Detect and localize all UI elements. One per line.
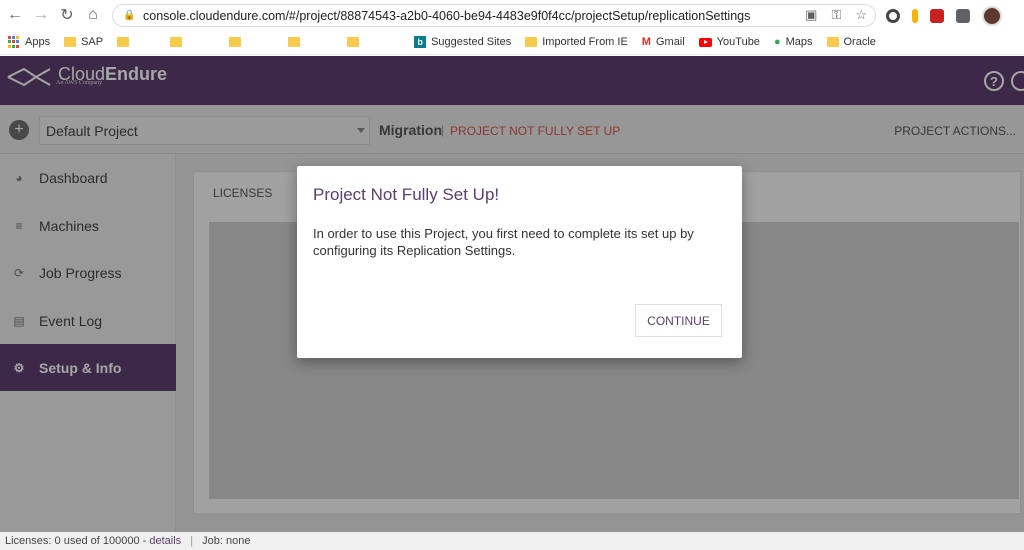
bookmark-gmail[interactable]: M Gmail	[642, 36, 685, 48]
bookmark-sap[interactable]: SAP	[64, 36, 103, 48]
puzzle-icon[interactable]	[956, 9, 970, 23]
status-bar: Licenses: 0 used of 100000 - details | J…	[0, 532, 1024, 550]
folder-icon	[229, 37, 242, 47]
bookmark-oracle[interactable]: Oracle	[826, 36, 876, 48]
bookmark-folder[interactable]	[347, 37, 364, 47]
job-label: Job:	[202, 535, 223, 547]
bookmark-youtube[interactable]: YouTube	[698, 36, 760, 48]
address-bar[interactable]: 🔒 console.cloudendure.com/#/project/8887…	[112, 4, 876, 27]
folder-icon	[64, 37, 77, 47]
cast-icon[interactable]: ▣	[805, 7, 817, 23]
folder-icon	[170, 37, 183, 47]
browser-toolbar: ← → ↻ ⌂ 🔒 console.cloudendure.com/#/proj…	[0, 0, 1024, 30]
separator: |	[190, 535, 194, 547]
project-not-set-up-dialog: Project Not Fully Set Up! In order to us…	[297, 166, 742, 358]
folder-icon	[288, 37, 301, 47]
reload-icon[interactable]: ↻	[54, 2, 80, 28]
back-arrow-icon[interactable]: ←	[2, 2, 28, 28]
bing-icon: b	[414, 36, 427, 48]
apps-grid-icon	[8, 36, 20, 48]
licenses-value: 0 used of 100000 -	[54, 535, 150, 547]
folder-icon	[525, 37, 538, 47]
bookmark-label: Apps	[25, 36, 51, 48]
bookmark-imported-from-ie[interactable]: Imported From IE	[525, 36, 628, 48]
bookmark-suggested-sites[interactable]: b Suggested Sites	[414, 36, 511, 48]
bookmark-maps[interactable]: ● Maps	[774, 36, 813, 48]
bookmarks-bar: Apps SAP b Suggested Sites Imported From…	[0, 30, 1024, 55]
folder-icon	[117, 37, 130, 47]
folder-icon	[826, 37, 839, 47]
lock-icon: 🔒	[123, 10, 136, 21]
forward-arrow-icon[interactable]: →	[28, 2, 54, 28]
folder-icon	[347, 37, 360, 47]
job-value: none	[225, 535, 251, 547]
bookmark-folder[interactable]	[117, 37, 134, 47]
bookmark-label: Imported From IE	[542, 36, 628, 48]
pdf-extension-icon[interactable]	[930, 9, 944, 23]
bookmark-label: SAP	[81, 36, 104, 48]
bookmark-label: Gmail	[655, 36, 685, 48]
bookmark-label: Oracle	[843, 36, 876, 48]
details-link[interactable]: details	[149, 535, 181, 547]
bookmark-folder[interactable]	[229, 37, 246, 47]
star-icon[interactable]: ☆	[855, 7, 867, 23]
dialog-message: In order to use this Project, you first …	[313, 226, 694, 258]
extension-flame-icon[interactable]	[912, 9, 918, 23]
bookmark-apps[interactable]: Apps	[8, 36, 50, 48]
profile-avatar[interactable]	[982, 6, 1002, 26]
bookmark-label: Maps	[785, 36, 813, 48]
url-text[interactable]: console.cloudendure.com/#/project/888745…	[143, 9, 750, 23]
maps-icon: ●	[773, 36, 781, 48]
bookmark-folder[interactable]	[170, 37, 187, 47]
gmail-icon: M	[641, 36, 651, 48]
key-icon[interactable]: ⚿	[831, 7, 841, 23]
licenses-label: Licenses:	[5, 535, 52, 547]
bookmark-folder[interactable]	[288, 37, 305, 47]
extension-circle-icon[interactable]	[886, 9, 900, 23]
dialog-title: Project Not Fully Set Up!	[313, 185, 500, 204]
youtube-icon	[698, 37, 712, 47]
bookmark-label: Suggested Sites	[431, 36, 512, 48]
bookmark-label: YouTube	[716, 36, 760, 48]
continue-button[interactable]: CONTINUE	[635, 304, 722, 337]
home-icon[interactable]: ⌂	[80, 2, 106, 28]
